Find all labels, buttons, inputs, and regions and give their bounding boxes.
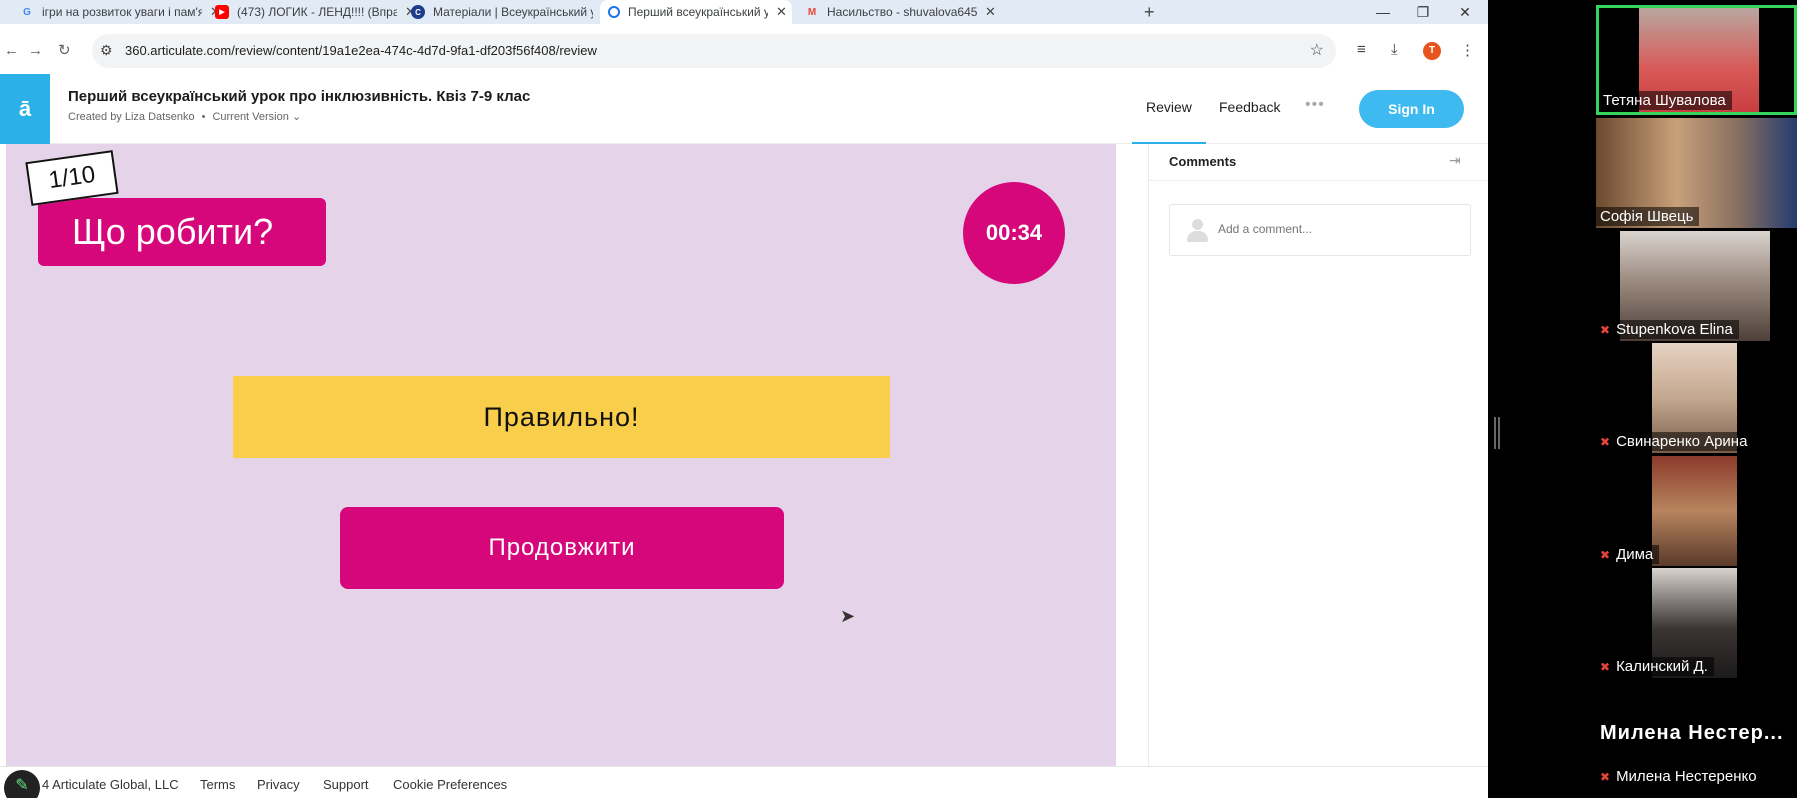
quiz-slide: 1/10 Що робити? 00:34 Правильно! Продовж… — [6, 144, 1116, 766]
privacy-link[interactable]: Privacy — [257, 777, 300, 792]
continue-button[interactable]: Продовжити — [340, 507, 784, 589]
participant-name-large[interactable]: Милена Нестер... — [1600, 722, 1784, 745]
participant-name-text: Калинский Д. — [1616, 658, 1708, 675]
participant-name-text: Дима — [1616, 546, 1654, 563]
close-window-icon[interactable]: ✕ — [1442, 0, 1488, 24]
comments-title: Comments — [1169, 154, 1237, 169]
browser-window: G ігри на розвиток уваги і пам'я ✕ ▶ (47… — [0, 0, 1488, 798]
participant-name: ✖ Stupenkova Elina — [1596, 320, 1739, 339]
site-settings-icon[interactable]: ⚙ — [100, 42, 113, 59]
media-icon[interactable]: ≡ — [1357, 41, 1366, 58]
participant-name-text: Милена Нестеренко — [1616, 768, 1757, 785]
divider — [1149, 180, 1488, 181]
youtube-icon: ▶ — [215, 5, 229, 19]
review-header: ā Перший всеукраїнський урок про інклюзи… — [0, 74, 1488, 144]
video-feed — [1652, 456, 1737, 566]
mic-muted-icon: ✖ — [1600, 548, 1611, 562]
participant-tile[interactable]: ✖ Калинский Д. — [1596, 568, 1797, 678]
split-handle[interactable] — [1494, 417, 1500, 449]
profile-avatar[interactable]: T — [1423, 42, 1441, 60]
cookie-preferences-link[interactable]: Cookie Preferences — [393, 777, 507, 792]
tab-title: Перший всеукраїнський урок — [628, 5, 768, 19]
participant-name: ✖ Калинский Д. — [1596, 657, 1714, 676]
restore-icon[interactable]: ❐ — [1400, 0, 1446, 24]
mic-muted-icon: ✖ — [1600, 435, 1611, 449]
tab-title: Матеріали | Всеукраїнський ур — [433, 5, 593, 19]
tab-4-active[interactable]: Перший всеукраїнський урок ✕ — [600, 0, 792, 24]
tab-review[interactable]: Review — [1132, 99, 1206, 144]
participant-tile[interactable]: ✖ Stupenkova Elina — [1596, 231, 1797, 341]
mic-muted-icon: ✖ — [1600, 770, 1611, 784]
reload-icon[interactable]: ↻ — [58, 24, 71, 78]
result-message: Правильно! — [233, 376, 890, 458]
participant-tile[interactable]: ✖ Дима — [1596, 456, 1797, 566]
tab-5[interactable]: M Насильство - shuvalova645@g ✕ — [805, 0, 996, 24]
countdown-timer: 00:34 — [963, 182, 1065, 284]
articulate-logo-icon[interactable]: ā — [0, 74, 50, 144]
comment-input[interactable] — [1218, 222, 1458, 236]
tab-feedback[interactable]: Feedback — [1219, 99, 1280, 115]
page-footer: ✎ 4 Articulate Global, LLC Terms Privacy… — [0, 766, 1488, 798]
chevron-down-icon[interactable]: ⌄ — [292, 111, 301, 123]
comments-panel: Comments ⇥ — [1148, 144, 1488, 766]
pencil-icon[interactable]: ✎ — [4, 770, 40, 798]
participant-name-bottom[interactable]: ✖ Милена Нестеренко — [1600, 768, 1757, 785]
back-icon[interactable]: ← — [4, 24, 19, 78]
download-icon[interactable]: ⤓ — [1391, 41, 1398, 58]
mouse-cursor-icon: ➤ — [840, 606, 856, 626]
user-icon — [1184, 217, 1210, 243]
forward-icon[interactable]: → — [28, 24, 43, 78]
support-link[interactable]: Support — [323, 777, 369, 792]
question-title: Що робити? — [38, 198, 326, 266]
participant-name: Софія Швець — [1596, 207, 1700, 226]
participant-name: ✖ Дима — [1596, 545, 1660, 564]
sign-in-button[interactable]: Sign In — [1359, 90, 1464, 128]
tab-3[interactable]: C Матеріали | Всеукраїнський ур ✕ — [411, 0, 612, 24]
more-options-icon[interactable]: ••• — [1305, 96, 1325, 114]
gmail-icon: M — [807, 6, 817, 18]
mic-muted-icon: ✖ — [1600, 323, 1611, 337]
participant-name: ✖ Свинаренко Арина — [1596, 432, 1754, 451]
participant-name-text: Stupenkova Elina — [1616, 321, 1733, 338]
separator-dot: • — [201, 111, 206, 123]
version-dropdown[interactable]: Current Version — [212, 111, 288, 123]
google-icon: G — [23, 6, 31, 18]
mic-muted-icon: ✖ — [1600, 660, 1611, 674]
terms-link[interactable]: Terms — [200, 777, 235, 792]
bookmark-star-icon[interactable]: ☆ — [1310, 40, 1324, 60]
close-icon[interactable]: ✕ — [776, 4, 787, 20]
tab-title: Насильство - shuvalova645@g — [827, 5, 977, 19]
tab-title: ігри на розвиток уваги і пам'я — [42, 5, 202, 19]
copyright-text: 4 Articulate Global, LLC — [42, 777, 179, 792]
participant-name-text: Свинаренко Арина — [1616, 433, 1748, 450]
address-bar[interactable]: ⚙ 360.articulate.com/review/content/19a1… — [92, 34, 1336, 68]
participant-tile[interactable]: ✖ Свинаренко Арина — [1596, 343, 1797, 453]
participant-tile[interactable]: Тетяна Шувалова — [1596, 5, 1797, 115]
course-meta: Created by Liza Datsenko • Current Version… — [68, 110, 301, 123]
url-text[interactable]: 360.articulate.com/review/content/19a1e2… — [125, 43, 597, 58]
new-tab-icon[interactable]: + — [1144, 0, 1155, 24]
participant-name: Тетяна Шувалова — [1599, 91, 1732, 110]
close-icon[interactable]: ✕ — [985, 4, 996, 20]
course-title: Перший всеукраїнський урок про інклюзивн… — [68, 88, 531, 105]
tab-strip: G ігри на розвиток уваги і пам'я ✕ ▶ (47… — [0, 0, 1488, 24]
menu-kebab-icon[interactable]: ⋮ — [1460, 41, 1475, 59]
collapse-panel-icon[interactable]: ⇥ — [1449, 152, 1461, 169]
tab-1[interactable]: G ігри на розвиток уваги і пам'я ✕ — [20, 0, 221, 24]
comment-composer[interactable] — [1169, 204, 1471, 256]
participant-tile[interactable]: Софія Швець — [1596, 118, 1797, 228]
tab-2[interactable]: ▶ (473) ЛОГИК - ЛЕНД!!!! (Вправ ✕ — [215, 0, 416, 24]
tab-title: (473) ЛОГИК - ЛЕНД!!!! (Вправ — [237, 5, 397, 19]
loading-icon — [608, 6, 620, 18]
site-icon: C — [411, 5, 425, 19]
browser-toolbar: ← → ↻ ⚙ 360.articulate.com/review/conten… — [0, 24, 1488, 78]
created-by: Created by Liza Datsenko — [68, 111, 195, 123]
